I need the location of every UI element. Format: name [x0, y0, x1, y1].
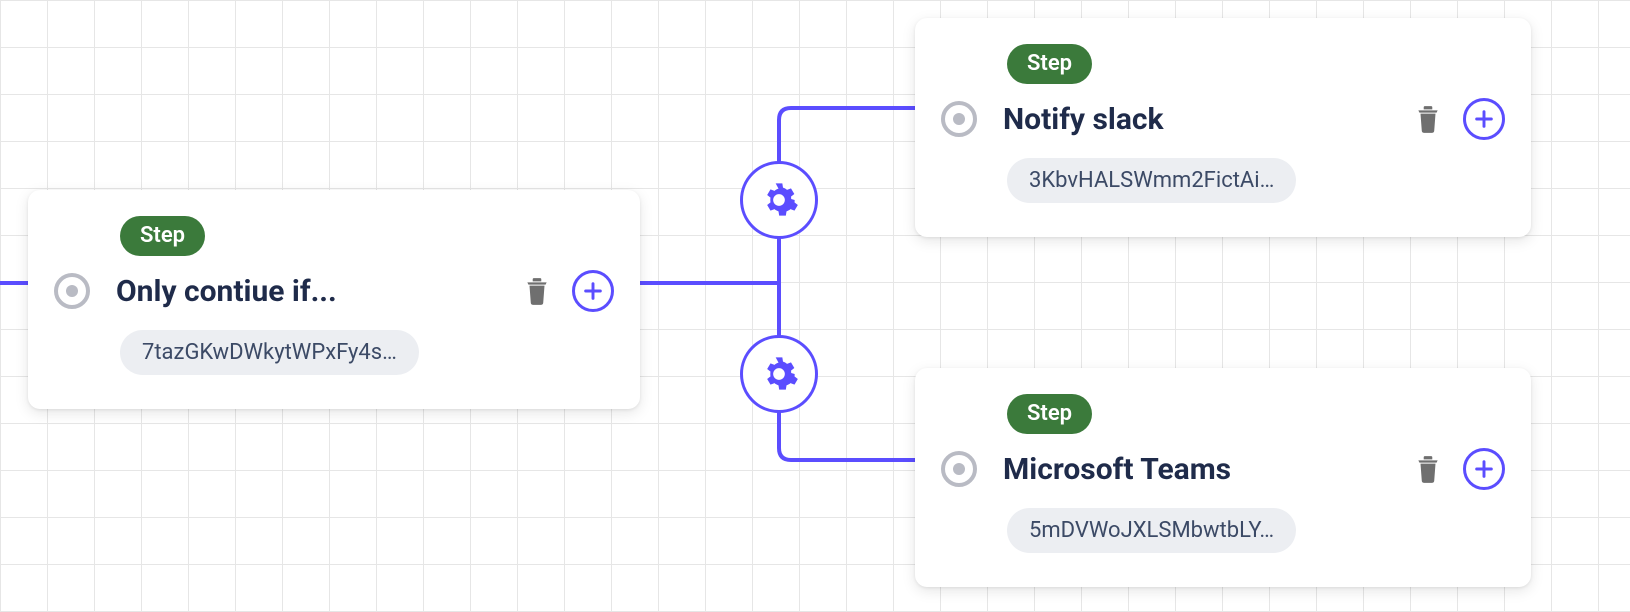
add-step-button[interactable]	[572, 270, 614, 312]
step-id-chip: 5mDVWoJXLSMbwtbLY…	[1007, 508, 1296, 553]
step-node-teams[interactable]: Step Microsoft Teams 5mDVWoJXLSMbwtbLY…	[915, 368, 1531, 587]
add-step-button[interactable]	[1463, 448, 1505, 490]
step-node-slack[interactable]: Step Notify slack 3KbvHALSWmm2FictAi…	[915, 18, 1531, 237]
branch-node-top[interactable]	[740, 161, 818, 239]
step-title: Microsoft Teams	[1003, 452, 1385, 487]
step-title: Only contiue if...	[116, 274, 494, 309]
radio-icon[interactable]	[54, 273, 90, 309]
step-badge: Step	[120, 216, 205, 256]
step-badge: Step	[1007, 44, 1092, 84]
step-id-chip: 3KbvHALSWmm2FictAi…	[1007, 158, 1296, 203]
radio-icon[interactable]	[941, 101, 977, 137]
step-id-chip: 7tazGKwDWkytWPxFy4s…	[120, 330, 419, 375]
trash-icon[interactable]	[524, 276, 550, 306]
add-step-button[interactable]	[1463, 98, 1505, 140]
step-node-condition[interactable]: Step Only contiue if... 7tazGKwDWkytWPxF…	[28, 190, 640, 409]
radio-icon[interactable]	[941, 451, 977, 487]
workflow-canvas[interactable]: Step Only contiue if... 7tazGKwDWkytWPxF…	[0, 0, 1630, 612]
gear-icon	[759, 180, 799, 220]
trash-icon[interactable]	[1415, 104, 1441, 134]
gear-icon	[759, 354, 799, 394]
step-title: Notify slack	[1003, 102, 1385, 137]
trash-icon[interactable]	[1415, 454, 1441, 484]
branch-node-bottom[interactable]	[740, 335, 818, 413]
step-badge: Step	[1007, 394, 1092, 434]
